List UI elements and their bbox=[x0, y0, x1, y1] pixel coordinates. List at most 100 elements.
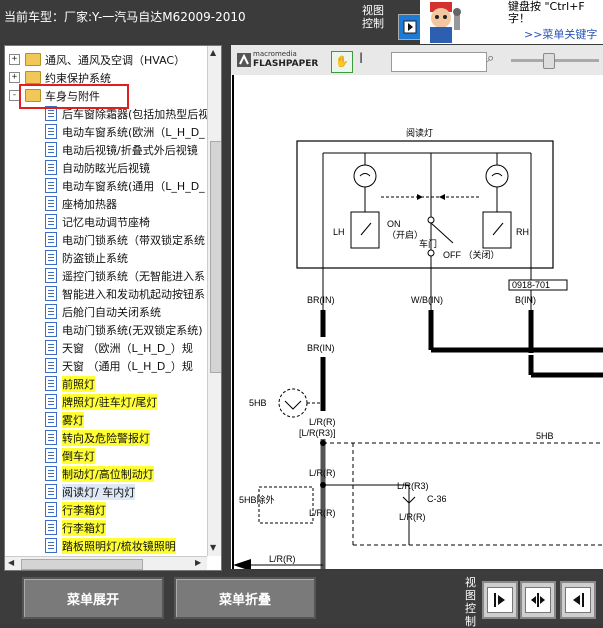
tree-item-label: 座椅加热器 bbox=[62, 198, 117, 211]
tree-item-label: 自动防眩光后视镜 bbox=[62, 162, 150, 175]
wire-br-label: BR(IN) bbox=[307, 343, 335, 353]
document-icon bbox=[45, 430, 57, 445]
folder-icon bbox=[25, 53, 41, 66]
bottom-toolbar: 菜单展开 菜单折叠 视图控制 bbox=[0, 571, 603, 628]
tree-item-label: 天窗 （通用（L_H_D_）规 bbox=[62, 360, 193, 373]
tree-item-label: 阅读灯/ 车内灯 bbox=[62, 484, 136, 500]
tree-item-label: 行李箱灯 bbox=[62, 502, 106, 518]
view-control-label-top: 视图控制 bbox=[362, 4, 384, 30]
arrow-right-icon bbox=[403, 20, 417, 34]
label-lr-r2: L/R(R) bbox=[309, 468, 336, 478]
show-diagram-icon bbox=[494, 593, 505, 607]
tree-item-label: 电动门锁系统（带双锁定系统 bbox=[62, 234, 205, 247]
label-switch-on-sub: （开启） bbox=[387, 229, 423, 240]
label-lr-r5: L/R(R) bbox=[399, 512, 426, 522]
document-icon bbox=[45, 502, 57, 517]
label-5hb-except: 5HB除外 bbox=[239, 494, 275, 505]
hand-tool-icon[interactable]: ✋ bbox=[331, 51, 353, 73]
text-select-icon[interactable]: I bbox=[359, 51, 363, 67]
document-icon bbox=[45, 394, 57, 409]
ad-banner[interactable]: 键盘按 "Ctrl+F 字！ >>菜单关键字 bbox=[420, 0, 603, 44]
split-view-icon bbox=[531, 593, 545, 607]
label-lr-r4: L/R(R) bbox=[309, 508, 336, 518]
scroll-up-icon[interactable]: ▲ bbox=[210, 48, 216, 57]
label-lr-r3-bracket: [L/R(R3)] bbox=[299, 428, 336, 438]
label-rh: RH bbox=[516, 227, 529, 237]
wiring-diagram: 阅读灯 LH RH ON （开启） 车门 OFF （关闭） 0918-701 B… bbox=[231, 75, 603, 569]
ad-link[interactable]: >>菜单关键字 bbox=[524, 26, 597, 42]
tree-item-label: 后舱门自动关闭系统 bbox=[62, 306, 161, 319]
document-icon bbox=[45, 448, 57, 463]
tree-item-label: 电动后视镜/折叠式外后视镜 bbox=[62, 144, 198, 157]
document-icon bbox=[45, 358, 57, 373]
tree-item-label: 电动车窗系统(欧洲（L_H_D_ bbox=[62, 126, 205, 139]
show-menu-icon bbox=[573, 593, 584, 607]
highlight-box bbox=[19, 84, 129, 109]
label-lr-r1: L/R(R) bbox=[309, 417, 336, 427]
vertical-scrollbar[interactable]: ▲ ▼ bbox=[207, 46, 221, 556]
show-panel-button-top[interactable] bbox=[398, 14, 422, 40]
tree-item-label: 前照灯 bbox=[62, 376, 95, 392]
menu-expand-button[interactable]: 菜单展开 bbox=[22, 577, 164, 619]
menu-collapse-button[interactable]: 菜单折叠 bbox=[174, 577, 316, 619]
search-input[interactable] bbox=[391, 52, 487, 72]
document-icon bbox=[45, 232, 57, 247]
label-lr-r3: L/R(R3) bbox=[397, 481, 429, 491]
label-lh: LH bbox=[333, 227, 345, 237]
scroll-down-icon[interactable]: ▼ bbox=[210, 543, 216, 552]
tree-item-label: 记忆电动调节座椅 bbox=[62, 216, 150, 229]
vertical-scroll-thumb[interactable] bbox=[210, 141, 221, 373]
scroll-right-icon[interactable]: ▶ bbox=[195, 558, 201, 567]
tree-item-label: 遥控门锁系统（无智能进入系 bbox=[62, 270, 205, 283]
view-control-label-bottom: 视图控制 bbox=[465, 576, 476, 628]
tree-item-label: 倒车灯 bbox=[62, 448, 95, 464]
view-button-show-right[interactable] bbox=[482, 581, 518, 619]
tree-item-label: 制动灯/高位制动灯 bbox=[62, 466, 154, 482]
label-5hb-right: 5HB bbox=[536, 431, 554, 441]
tree-item-label: 电动门锁系统(无双锁定系统) bbox=[62, 324, 203, 337]
document-icon bbox=[45, 340, 57, 355]
document-icon bbox=[45, 466, 57, 481]
flashpaper-logo-icon bbox=[237, 53, 251, 67]
pin-left-label: BR(IN) bbox=[307, 295, 335, 305]
tree-item-label: 通风、通风及空调（HVAC） bbox=[45, 54, 186, 67]
document-icon bbox=[45, 322, 57, 337]
document-icon bbox=[45, 268, 57, 283]
search-icon[interactable]: ⌕ bbox=[487, 51, 494, 66]
document-icon bbox=[45, 484, 57, 499]
flashpaper-toolbar: macromedia FLASHPAPER ✋ I ⌕ bbox=[231, 45, 603, 76]
diagram-title: 阅读灯 bbox=[406, 127, 433, 138]
tree-item-label: 电动车窗系统(通用（L_H_D_ bbox=[62, 180, 205, 193]
tree-item-label: 雾灯 bbox=[62, 412, 84, 428]
document-icon bbox=[45, 142, 57, 157]
tree-item-label: 智能进入和发动机起动按钮系 bbox=[62, 288, 205, 301]
label-c36: C-36 bbox=[427, 494, 447, 504]
scroll-left-icon[interactable]: ◀ bbox=[8, 558, 14, 567]
zoom-slider-track[interactable] bbox=[511, 59, 599, 62]
expand-icon[interactable]: + bbox=[9, 72, 20, 83]
zoom-slider-knob[interactable] bbox=[543, 53, 555, 69]
horizontal-scroll-thumb[interactable] bbox=[21, 559, 143, 570]
tree-item-label: 行李箱灯 bbox=[62, 520, 106, 536]
document-icon bbox=[45, 196, 57, 211]
menu-tree-pane: + 通风、通风及空调（HVAC） + 约束保护系统 - 车身与附件 后车窗除霜器(包括加热型… bbox=[4, 45, 222, 571]
pin-right-label: B(IN) bbox=[515, 295, 536, 305]
expand-icon[interactable]: + bbox=[9, 54, 20, 65]
document-icon bbox=[45, 178, 57, 193]
title-bar: 当前车型：厂家:Y-一汽马自达M62009-2010 视图控制 键盘按 "Ctr… bbox=[0, 0, 603, 44]
document-icon bbox=[45, 214, 57, 229]
view-button-split[interactable] bbox=[520, 581, 556, 619]
horizontal-scrollbar[interactable]: ◀ ▶ bbox=[5, 556, 207, 570]
document-icon bbox=[45, 520, 57, 535]
pin-mid-label: W/B(IN) bbox=[411, 295, 443, 305]
view-button-show-left[interactable] bbox=[560, 581, 596, 619]
flashpaper-logo-bottom: FLASHPAPER bbox=[253, 59, 319, 69]
connector-id: 0918-701 bbox=[512, 280, 550, 290]
label-switch-off: OFF （关闭） bbox=[443, 249, 500, 260]
label-switch-door: 车门 bbox=[419, 238, 437, 249]
document-icon bbox=[45, 376, 57, 391]
document-icon bbox=[45, 160, 57, 175]
ad-text-line2: 字！ bbox=[508, 12, 530, 25]
label-switch-on: ON bbox=[387, 219, 401, 229]
document-icon bbox=[45, 412, 57, 427]
